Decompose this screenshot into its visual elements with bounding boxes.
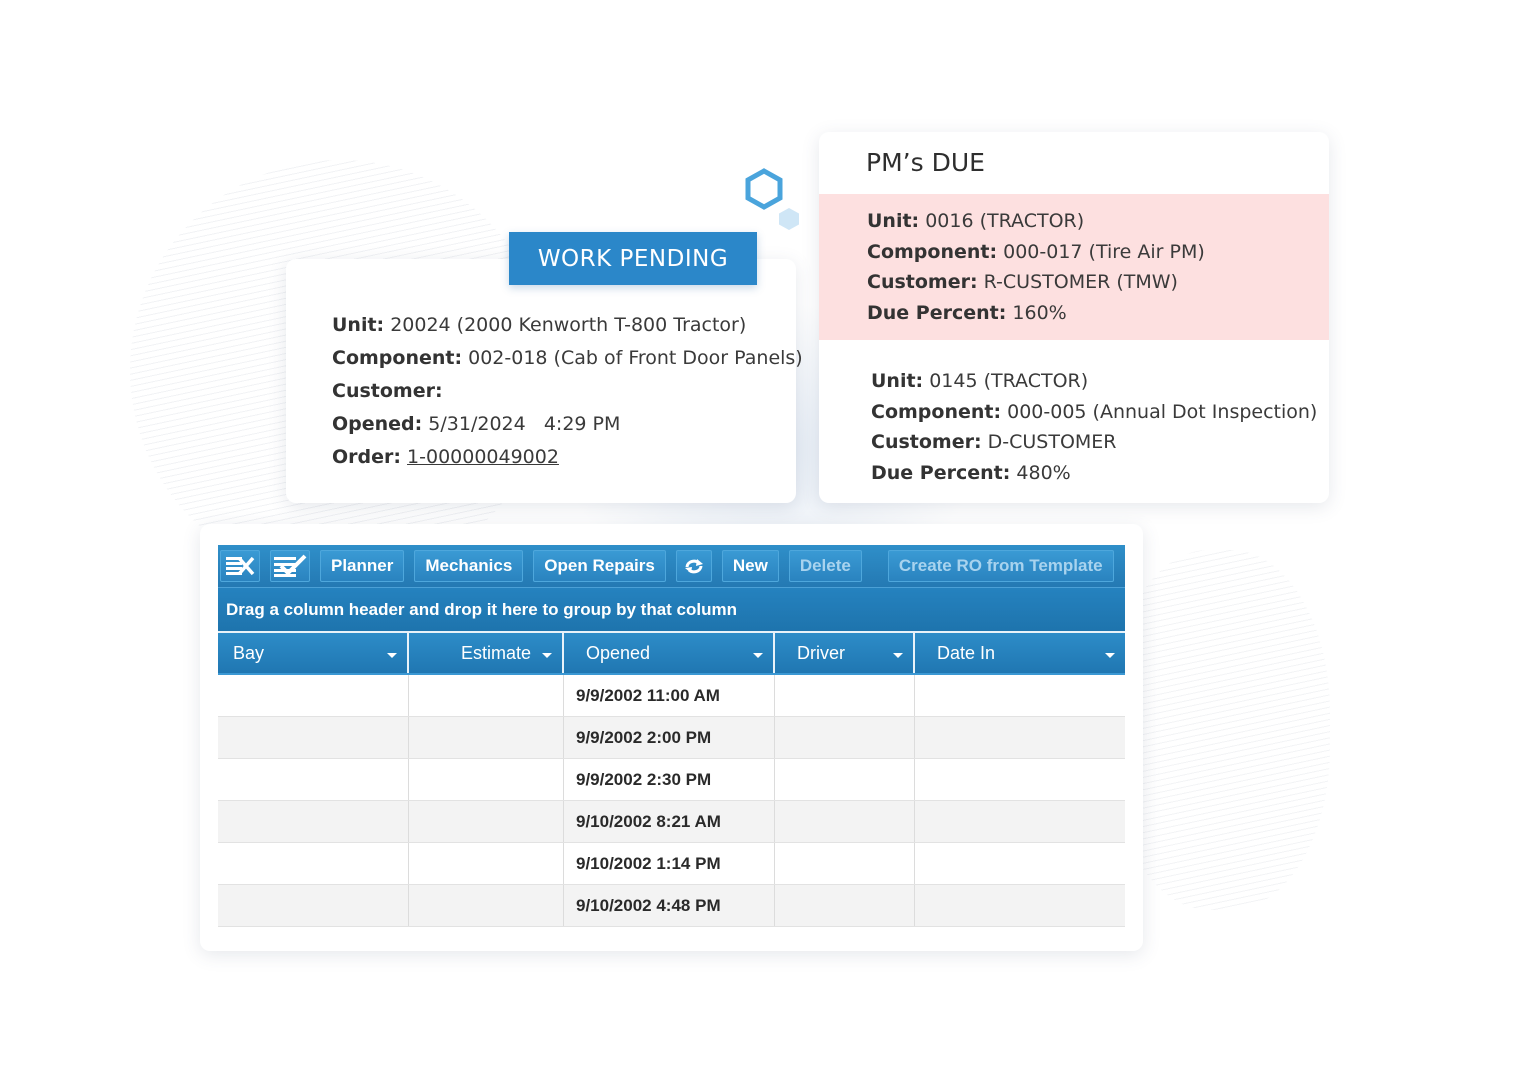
- cell-bay: [218, 759, 409, 800]
- table-row[interactable]: 9/9/2002 2:00 PM: [218, 717, 1125, 759]
- cell-bay: [218, 717, 409, 758]
- cell-driver: [775, 759, 915, 800]
- new-button[interactable]: New: [721, 550, 779, 582]
- cell-estimate: [409, 885, 564, 926]
- pm-customer-field: Customer: R-CUSTOMER (TMW): [867, 271, 1178, 293]
- column-header-date-in[interactable]: Date In: [915, 633, 1125, 673]
- cell-opened: 9/10/2002 1:14 PM: [564, 843, 775, 884]
- cell-date-in: [915, 675, 1125, 716]
- column-header-driver[interactable]: Driver: [775, 633, 915, 673]
- select-all-button[interactable]: [270, 550, 310, 582]
- column-header-estimate[interactable]: Estimate: [409, 633, 564, 673]
- chevron-down-icon[interactable]: [1105, 653, 1115, 658]
- open-repairs-button[interactable]: Open Repairs: [533, 550, 666, 582]
- pm-customer-field: Customer: D-CUSTOMER: [871, 431, 1117, 453]
- pm-due-percent-field: Due Percent: 160%: [867, 301, 1067, 324]
- excel-export-icon: [226, 556, 255, 576]
- cell-bay: [218, 885, 409, 926]
- column-header-opened[interactable]: Opened: [564, 633, 775, 673]
- pms-due-card: PM’s DUE Unit: 0016 (TRACTOR) Component:…: [819, 132, 1329, 503]
- pm-component-field: Component: 000-017 (Tire Air PM): [867, 240, 1205, 263]
- delete-button[interactable]: Delete: [788, 550, 862, 582]
- cell-driver: [775, 717, 915, 758]
- chevron-down-icon[interactable]: [387, 653, 397, 658]
- group-by-drop-zone[interactable]: Drag a column header and drop it here to…: [218, 587, 1125, 631]
- cell-date-in: [915, 801, 1125, 842]
- work-unit-field: Unit: 20024 (2000 Kenworth T-800 Tractor…: [332, 314, 747, 336]
- cell-estimate: [409, 759, 564, 800]
- work-pending-details: Unit: 20024 (2000 Kenworth T-800 Tractor…: [332, 309, 803, 474]
- pm-item[interactable]: Unit: 0145 (TRACTOR) Component: 000-005 …: [819, 354, 1329, 500]
- checklist-icon: [274, 554, 307, 577]
- pm-component-field: Component: 000-005 (Annual Dot Inspectio…: [871, 400, 1318, 423]
- cell-estimate: [409, 843, 564, 884]
- cell-bay: [218, 675, 409, 716]
- hexagon-small-icon: [779, 208, 799, 230]
- work-order-field: Order: 1-00000049002: [332, 446, 559, 468]
- cell-opened: 9/9/2002 2:00 PM: [564, 717, 775, 758]
- table-row[interactable]: 9/10/2002 1:14 PM: [218, 843, 1125, 885]
- cell-bay: [218, 801, 409, 842]
- cell-driver: [775, 801, 915, 842]
- pm-unit-field: Unit: 0145 (TRACTOR): [871, 370, 1089, 392]
- background-pattern: [1110, 550, 1330, 910]
- refresh-button[interactable]: [675, 550, 712, 582]
- table-row[interactable]: 9/9/2002 2:30 PM: [218, 759, 1125, 801]
- order-link[interactable]: 1-00000049002: [407, 446, 559, 468]
- cell-bay: [218, 843, 409, 884]
- planner-button[interactable]: Planner: [320, 550, 405, 582]
- chevron-down-icon[interactable]: [753, 653, 763, 658]
- cell-estimate: [409, 717, 564, 758]
- cell-driver: [775, 843, 915, 884]
- cell-opened: 9/9/2002 11:00 AM: [564, 675, 775, 716]
- table-row[interactable]: 9/10/2002 4:48 PM: [218, 885, 1125, 927]
- work-pending-card: Unit: 20024 (2000 Kenworth T-800 Tractor…: [286, 259, 803, 503]
- table-row[interactable]: 9/10/2002 8:21 AM: [218, 801, 1125, 843]
- export-excel-button[interactable]: [220, 550, 260, 582]
- cell-date-in: [915, 843, 1125, 884]
- grid-toolbar: Planner Mechanics Open Repairs New Delet…: [218, 545, 1125, 587]
- cell-date-in: [915, 885, 1125, 926]
- cell-opened: 9/9/2002 2:30 PM: [564, 759, 775, 800]
- create-ro-from-template-button[interactable]: Create RO from Template: [887, 550, 1114, 582]
- work-component-field: Component: 002-018 (Cab of Front Door Pa…: [332, 347, 803, 369]
- cell-estimate: [409, 801, 564, 842]
- pm-unit-field: Unit: 0016 (TRACTOR): [867, 210, 1085, 232]
- grid-rows: 9/9/2002 11:00 AM 9/9/2002 2:00 PM 9/9/2…: [218, 673, 1125, 927]
- cell-opened: 9/10/2002 8:21 AM: [564, 801, 775, 842]
- cell-date-in: [915, 717, 1125, 758]
- hexagon-outline-icon: [745, 168, 783, 210]
- cell-estimate: [409, 675, 564, 716]
- pms-due-title: PM’s DUE: [866, 148, 985, 177]
- repair-orders-grid: Planner Mechanics Open Repairs New Delet…: [218, 545, 1125, 927]
- cell-opened: 9/10/2002 4:48 PM: [564, 885, 775, 926]
- work-customer-field: Customer:: [332, 380, 443, 402]
- pm-due-percent-field: Due Percent: 480%: [871, 461, 1071, 484]
- chevron-down-icon[interactable]: [893, 653, 903, 658]
- cell-driver: [775, 885, 915, 926]
- cell-driver: [775, 675, 915, 716]
- mechanics-button[interactable]: Mechanics: [414, 550, 524, 582]
- table-row[interactable]: 9/9/2002 11:00 AM: [218, 675, 1125, 717]
- grid-header-row: Bay Estimate Opened Driver Date In: [218, 631, 1125, 673]
- work-opened-field: Opened: 5/31/2024 4:29 PM: [332, 413, 621, 435]
- repair-orders-grid-card: Planner Mechanics Open Repairs New Delet…: [200, 524, 1143, 951]
- refresh-arrows-icon: [684, 559, 703, 574]
- cell-date-in: [915, 759, 1125, 800]
- column-header-bay[interactable]: Bay: [218, 633, 409, 673]
- pm-item-overdue[interactable]: Unit: 0016 (TRACTOR) Component: 000-017 …: [819, 194, 1329, 340]
- chevron-down-icon[interactable]: [542, 653, 552, 658]
- work-pending-badge: WORK PENDING: [509, 232, 757, 285]
